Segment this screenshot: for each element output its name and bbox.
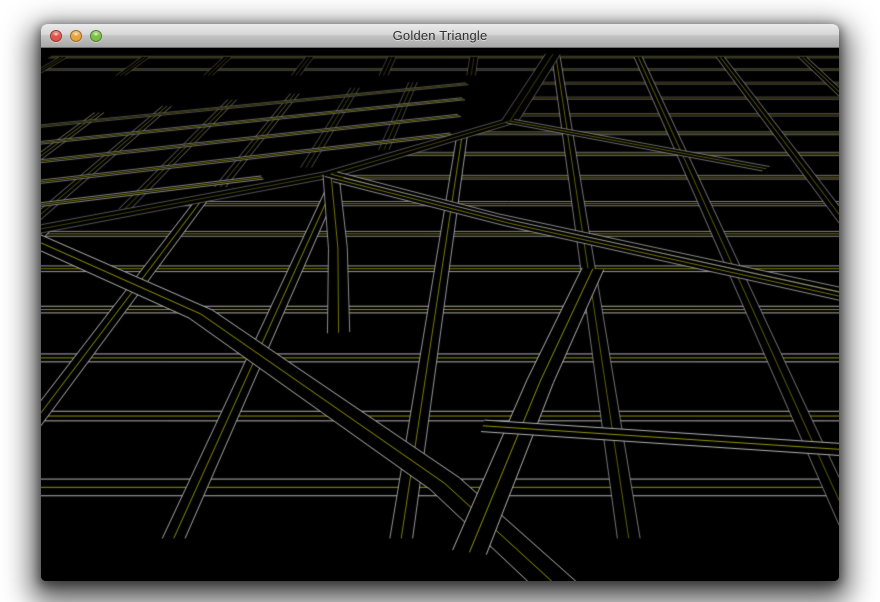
app-window: Golden Triangle <box>41 24 839 581</box>
zoom-button[interactable] <box>90 30 102 42</box>
traffic-lights <box>50 24 102 47</box>
desktop-background: { "window": { "title": "Golden Triangle"… <box>0 0 880 602</box>
window-title: Golden Triangle <box>393 28 488 43</box>
minimize-button[interactable] <box>70 30 82 42</box>
map-view-container <box>41 48 839 581</box>
title-bar[interactable]: Golden Triangle <box>41 24 839 48</box>
street-map-3d-canvas[interactable] <box>41 48 839 581</box>
close-button[interactable] <box>50 30 62 42</box>
